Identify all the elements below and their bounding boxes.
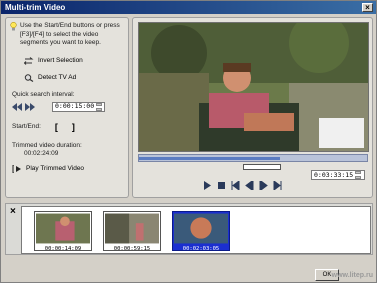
clip-strip: 00:00:14:09 00:00:59:15 00:02:03:05 — [21, 206, 371, 254]
watermark-text: www.litep.ru — [331, 272, 373, 279]
trim-options-panel: Use the Start/End buttons or press [F3]/… — [5, 17, 129, 198]
go-to-end-icon[interactable] — [273, 181, 282, 190]
clip-caption: 00:02:03:05 — [182, 246, 220, 252]
clip-thumbnail[interactable]: 00:00:14:09 — [34, 211, 92, 252]
current-timecode-value: 0:03:33:15 — [314, 170, 354, 179]
clip-caption: 00:00:59:15 — [113, 246, 151, 252]
clip-thumbnail-image — [174, 213, 228, 244]
clip-thumbnail[interactable]: 00:00:59:15 — [103, 211, 161, 252]
next-frame-icon[interactable] — [259, 181, 268, 190]
invert-selection-label: Invert Selection — [38, 57, 83, 64]
delete-clip-icon[interactable]: × — [10, 206, 16, 217]
start-bracket-button[interactable]: [ — [55, 122, 58, 132]
play-icon[interactable] — [203, 181, 212, 190]
trim-timeline[interactable] — [138, 154, 368, 162]
dialog-footer: OK www.litep.ru — [1, 259, 376, 283]
playback-controls — [203, 181, 282, 190]
video-preview — [138, 22, 369, 152]
detect-icon — [24, 73, 34, 82]
play-trimmed-label: Play Trimmed Video — [26, 165, 85, 172]
quick-search-spinner[interactable] — [96, 102, 103, 111]
clip-caption: 00:00:14:09 — [44, 246, 82, 252]
end-bracket-button[interactable]: ] — [72, 122, 75, 132]
quick-search-label: Quick search interval: — [12, 90, 75, 98]
multi-trim-window: Multi-trim Video × Use the Start/End but… — [0, 0, 377, 283]
quick-search-input[interactable]: 0:00:15:00 — [52, 101, 106, 112]
timecode-spinner[interactable] — [355, 171, 362, 179]
close-icon[interactable]: × — [362, 3, 373, 12]
current-timecode[interactable]: 0:03:33:15 — [311, 170, 365, 180]
invert-arrows-icon — [24, 56, 34, 65]
clip-thumbnail-selected[interactable]: 00:02:03:05 — [172, 211, 230, 252]
invert-selection-button[interactable]: Invert Selection — [10, 56, 124, 65]
window-title: Multi-trim Video — [5, 3, 66, 12]
trim-progress — [139, 157, 281, 160]
jog-ruler[interactable] — [243, 164, 281, 170]
go-to-start-icon[interactable] — [231, 181, 240, 190]
clip-thumbnail-image — [105, 213, 159, 244]
clip-strip-panel: × 00:00:14:09 00:00:59:15 00:02:03:05 — [5, 203, 373, 255]
lightbulb-icon — [10, 22, 17, 31]
play-trimmed-button[interactable]: Play Trimmed Video — [10, 164, 124, 173]
title-bar: Multi-trim Video × — [1, 1, 376, 14]
fast-forward-icon[interactable] — [25, 102, 35, 111]
preview-panel: 0:03:33:15 — [132, 17, 373, 198]
play-bracket-icon — [12, 164, 21, 173]
detect-tv-ad-button[interactable]: Detect TV Ad — [10, 73, 124, 82]
instructions-text: Use the Start/End buttons or press [F3]/… — [20, 22, 120, 46]
quick-search-value: 0:00:15:00 — [55, 102, 95, 110]
clip-thumbnail-image — [36, 213, 90, 244]
rewind-icon[interactable] — [12, 102, 22, 111]
trimmed-duration-label: Trimmed video duration: — [12, 141, 82, 149]
detect-tv-ad-label: Detect TV Ad — [38, 74, 77, 81]
video-frame-image — [139, 23, 368, 151]
stop-icon[interactable] — [217, 181, 226, 190]
start-end-label: Start/End: — [12, 123, 41, 130]
trimmed-duration-value: 00:02:24:09 — [24, 149, 59, 157]
previous-frame-icon[interactable] — [245, 181, 254, 190]
